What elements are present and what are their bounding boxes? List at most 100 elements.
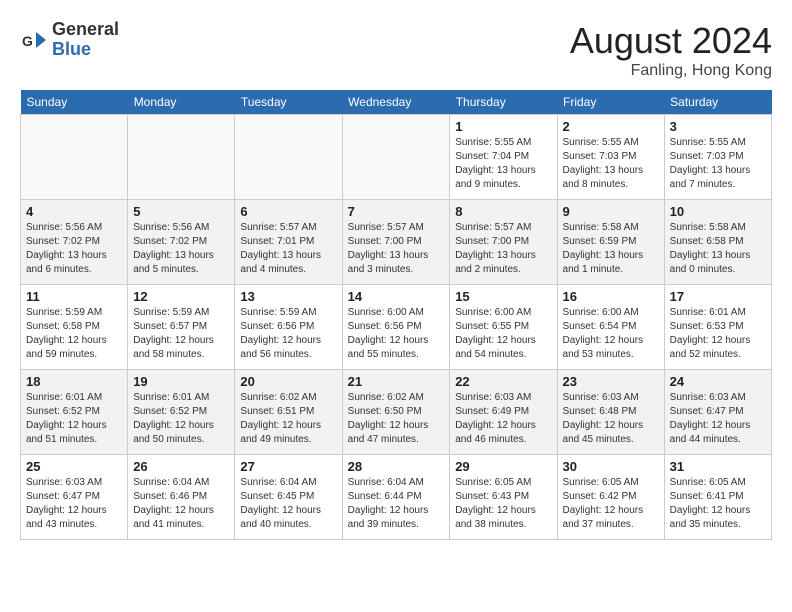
location: Fanling, Hong Kong xyxy=(570,62,772,80)
month-title: August 2024 xyxy=(570,20,772,62)
day-info: Sunrise: 5:59 AM Sunset: 6:57 PM Dayligh… xyxy=(133,306,229,362)
calendar-cell: 21Sunrise: 6:02 AM Sunset: 6:50 PM Dayli… xyxy=(342,370,450,455)
calendar-cell: 1 Sunrise: 5:55 AM Sunset: 7:04 PM Daylig… xyxy=(450,115,557,200)
calendar-cell xyxy=(342,115,450,200)
calendar-cell: 13 Sunrise: 5:59 AM Sunset: 6:56 PM Dayli… xyxy=(235,285,342,370)
day-info: Sunrise: 6:05 AM Sunset: 6:42 PM Dayligh… xyxy=(563,476,659,532)
day-number: 28 xyxy=(348,459,445,474)
calendar-cell: 4 Sunrise: 5:56 AM Sunset: 7:02 PM Daylig… xyxy=(21,200,128,285)
calendar-cell: 14Sunrise: 6:00 AM Sunset: 6:56 PM Dayli… xyxy=(342,285,450,370)
title-block: August 2024 Fanling, Hong Kong xyxy=(570,20,772,80)
week-row-2: 4 Sunrise: 5:56 AM Sunset: 7:02 PM Daylig… xyxy=(21,200,772,285)
day-header-saturday: Saturday xyxy=(664,90,771,115)
day-number: 1 xyxy=(455,119,551,134)
header-row: SundayMondayTuesdayWednesdayThursdayFrid… xyxy=(21,90,772,115)
day-number: 15 xyxy=(455,289,551,304)
calendar-cell: 11 Sunrise: 5:59 AM Sunset: 6:58 PM Dayli… xyxy=(21,285,128,370)
calendar-cell: 20 Sunrise: 6:02 AM Sunset: 6:51 PM Dayli… xyxy=(235,370,342,455)
day-header-tuesday: Tuesday xyxy=(235,90,342,115)
day-info: Sunrise: 5:56 AM Sunset: 7:02 PM Dayligh… xyxy=(26,221,122,277)
calendar-cell: 28 Sunrise: 6:04 AM Sunset: 6:44 PM Dayli… xyxy=(342,455,450,540)
day-number: 27 xyxy=(240,459,336,474)
day-info: Sunrise: 6:05 AM Sunset: 6:43 PM Dayligh… xyxy=(455,476,551,532)
day-number: 18 xyxy=(26,374,122,389)
calendar-cell: 25 Sunrise: 6:03 AM Sunset: 6:47 PM Dayli… xyxy=(21,455,128,540)
calendar-cell: 6 Sunrise: 5:57 AM Sunset: 7:01 PM Daylig… xyxy=(235,200,342,285)
day-number: 6 xyxy=(240,204,336,219)
day-info: Sunrise: 5:59 AM Sunset: 6:58 PM Dayligh… xyxy=(26,306,122,362)
day-info: Sunrise: 6:02 AM Sunset: 6:50 PM Dayligh… xyxy=(348,391,445,447)
day-info: Sunrise: 6:02 AM Sunset: 6:51 PM Dayligh… xyxy=(240,391,336,447)
logo: G General Blue xyxy=(20,20,119,60)
day-number: 8 xyxy=(455,204,551,219)
day-number: 20 xyxy=(240,374,336,389)
week-row-5: 25 Sunrise: 6:03 AM Sunset: 6:47 PM Dayli… xyxy=(21,455,772,540)
calendar-cell: 3Sunrise: 5:55 AM Sunset: 7:03 PM Daylig… xyxy=(664,115,771,200)
calendar-cell: 26 Sunrise: 6:04 AM Sunset: 6:46 PM Dayli… xyxy=(128,455,235,540)
day-number: 30 xyxy=(563,459,659,474)
day-number: 13 xyxy=(240,289,336,304)
day-info: Sunrise: 5:56 AM Sunset: 7:02 PM Dayligh… xyxy=(133,221,229,277)
calendar-cell: 7 Sunrise: 5:57 AM Sunset: 7:00 PM Daylig… xyxy=(342,200,450,285)
day-info: Sunrise: 5:55 AM Sunset: 7:04 PM Dayligh… xyxy=(455,136,551,192)
calendar-cell: 8 Sunrise: 5:57 AM Sunset: 7:00 PM Daylig… xyxy=(450,200,557,285)
day-info: Sunrise: 6:05 AM Sunset: 6:41 PM Dayligh… xyxy=(670,476,766,532)
logo-text: General Blue xyxy=(52,20,119,60)
day-info: Sunrise: 6:01 AM Sunset: 6:53 PM Dayligh… xyxy=(670,306,766,362)
calendar-table: SundayMondayTuesdayWednesdayThursdayFrid… xyxy=(20,90,772,540)
calendar-cell: 31 Sunrise: 6:05 AM Sunset: 6:41 PM Dayli… xyxy=(664,455,771,540)
day-info: Sunrise: 5:57 AM Sunset: 7:01 PM Dayligh… xyxy=(240,221,336,277)
day-number: 31 xyxy=(670,459,766,474)
calendar-cell: 24 Sunrise: 6:03 AM Sunset: 6:47 PM Dayli… xyxy=(664,370,771,455)
day-number: 25 xyxy=(26,459,122,474)
calendar-cell: 12 Sunrise: 5:59 AM Sunset: 6:57 PM Dayli… xyxy=(128,285,235,370)
calendar-cell: 9Sunrise: 5:58 AM Sunset: 6:59 PM Daylig… xyxy=(557,200,664,285)
calendar-cell: 27 Sunrise: 6:04 AM Sunset: 6:45 PM Dayli… xyxy=(235,455,342,540)
day-info: Sunrise: 5:55 AM Sunset: 7:03 PM Dayligh… xyxy=(670,136,766,192)
day-number: 19 xyxy=(133,374,229,389)
day-number: 4 xyxy=(26,204,122,219)
calendar-cell: 23Sunrise: 6:03 AM Sunset: 6:48 PM Dayli… xyxy=(557,370,664,455)
day-number: 7 xyxy=(348,204,445,219)
calendar-cell: 5 Sunrise: 5:56 AM Sunset: 7:02 PM Daylig… xyxy=(128,200,235,285)
day-info: Sunrise: 6:00 AM Sunset: 6:56 PM Dayligh… xyxy=(348,306,445,362)
day-number: 24 xyxy=(670,374,766,389)
calendar-cell: 10 Sunrise: 5:58 AM Sunset: 6:58 PM Dayli… xyxy=(664,200,771,285)
calendar-cell: 16Sunrise: 6:00 AM Sunset: 6:54 PM Dayli… xyxy=(557,285,664,370)
day-info: Sunrise: 5:55 AM Sunset: 7:03 PM Dayligh… xyxy=(563,136,659,192)
day-header-wednesday: Wednesday xyxy=(342,90,450,115)
day-info: Sunrise: 6:04 AM Sunset: 6:46 PM Dayligh… xyxy=(133,476,229,532)
day-info: Sunrise: 6:03 AM Sunset: 6:47 PM Dayligh… xyxy=(670,391,766,447)
day-number: 16 xyxy=(563,289,659,304)
calendar-cell: 30 Sunrise: 6:05 AM Sunset: 6:42 PM Dayli… xyxy=(557,455,664,540)
day-info: Sunrise: 6:01 AM Sunset: 6:52 PM Dayligh… xyxy=(26,391,122,447)
logo-blue: Blue xyxy=(52,40,119,60)
day-number: 23 xyxy=(563,374,659,389)
calendar-cell: 19Sunrise: 6:01 AM Sunset: 6:52 PM Dayli… xyxy=(128,370,235,455)
day-info: Sunrise: 5:58 AM Sunset: 6:58 PM Dayligh… xyxy=(670,221,766,277)
day-number: 11 xyxy=(26,289,122,304)
week-row-1: 1 Sunrise: 5:55 AM Sunset: 7:04 PM Daylig… xyxy=(21,115,772,200)
day-number: 17 xyxy=(670,289,766,304)
day-header-sunday: Sunday xyxy=(21,90,128,115)
day-info: Sunrise: 6:00 AM Sunset: 6:55 PM Dayligh… xyxy=(455,306,551,362)
day-number: 12 xyxy=(133,289,229,304)
day-info: Sunrise: 6:04 AM Sunset: 6:44 PM Dayligh… xyxy=(348,476,445,532)
day-info: Sunrise: 6:03 AM Sunset: 6:47 PM Dayligh… xyxy=(26,476,122,532)
logo-icon: G xyxy=(20,26,48,54)
day-info: Sunrise: 6:04 AM Sunset: 6:45 PM Dayligh… xyxy=(240,476,336,532)
day-number: 5 xyxy=(133,204,229,219)
day-info: Sunrise: 5:58 AM Sunset: 6:59 PM Dayligh… xyxy=(563,221,659,277)
calendar-cell: 2 Sunrise: 5:55 AM Sunset: 7:03 PM Daylig… xyxy=(557,115,664,200)
day-header-monday: Monday xyxy=(128,90,235,115)
calendar-cell xyxy=(128,115,235,200)
day-number: 2 xyxy=(563,119,659,134)
day-info: Sunrise: 5:57 AM Sunset: 7:00 PM Dayligh… xyxy=(348,221,445,277)
day-info: Sunrise: 5:57 AM Sunset: 7:00 PM Dayligh… xyxy=(455,221,551,277)
day-header-friday: Friday xyxy=(557,90,664,115)
page-header: G General Blue August 2024 Fanling, Hong… xyxy=(20,20,772,80)
day-number: 26 xyxy=(133,459,229,474)
day-header-thursday: Thursday xyxy=(450,90,557,115)
day-info: Sunrise: 5:59 AM Sunset: 6:56 PM Dayligh… xyxy=(240,306,336,362)
day-number: 10 xyxy=(670,204,766,219)
